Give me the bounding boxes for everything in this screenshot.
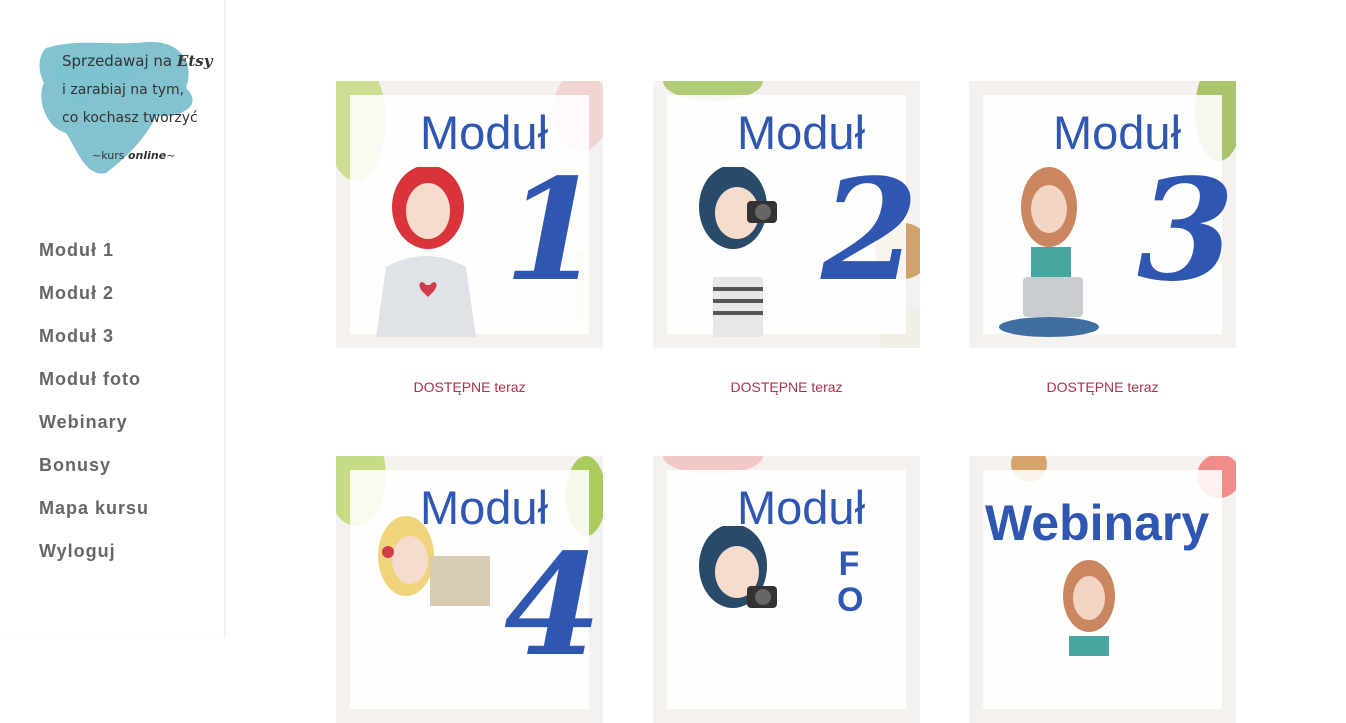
logo-line-2: i zarabiaj na tym, [62,82,185,98]
nav-item-mapa-kursu[interactable]: Mapa kursu [39,496,149,539]
tile-title: Webinary [985,495,1210,551]
nav-item-bonusy[interactable]: Bonusy [39,453,149,496]
nav-item-wyloguj[interactable]: Wyloguj [39,539,149,582]
logo-brand-etsy: Etsy [176,52,213,70]
module-3-caption[interactable]: DOSTĘPNE teraz [969,379,1236,395]
module-4-tile[interactable]: Moduł 4 [336,456,603,723]
course-logo[interactable]: Sprzedawaj na Etsy i zarabiaj na tym, co… [36,38,214,178]
logo-line-3: co kochasz tworzyć [62,110,198,126]
module-1-tile[interactable]: Moduł 1 [336,81,603,348]
module-2-tile[interactable]: Moduł 2 [653,81,920,348]
girl-with-boxes-icon [378,516,490,606]
illustrated-girl-icon [376,167,476,337]
tile-number: 1 [504,149,602,313]
nav-item-modul-2[interactable]: Moduł 2 [39,281,149,324]
logo-line-1: Sprzedawaj na Etsy [62,52,213,70]
girl-with-laptop-icon [999,167,1099,337]
module-3-tile[interactable]: Moduł 3 [969,81,1236,348]
module-1-caption[interactable]: DOSTĘPNE teraz [336,379,603,395]
tile-number: 2 [821,149,919,313]
sidebar: Sprzedawaj na Etsy i zarabiaj na tym, co… [0,0,225,637]
girl-with-camera-icon [699,167,777,337]
nav-item-modul-3[interactable]: Moduł 3 [39,324,149,367]
nav-item-modul-foto[interactable]: Moduł foto [39,367,149,410]
nav-item-webinary[interactable]: Webinary [39,410,149,453]
nav-item-modul-1[interactable]: Moduł 1 [39,238,149,281]
logo-line-4: ~kurs online~ [92,149,176,162]
tile-vertical-text: FO [837,545,864,619]
module-foto-tile[interactable]: Moduł FO [653,456,920,723]
tile-number: 3 [1137,149,1235,313]
sidebar-nav: Moduł 1 Moduł 2 Moduł 3 Moduł foto Webin… [39,238,149,582]
girl-illustration-icon [1063,560,1115,656]
tile-number: 4 [504,524,602,688]
girl-with-camera-icon [699,526,777,608]
webinary-tile[interactable]: Webinary [969,456,1236,723]
module-2-caption[interactable]: DOSTĘPNE teraz [653,379,920,395]
